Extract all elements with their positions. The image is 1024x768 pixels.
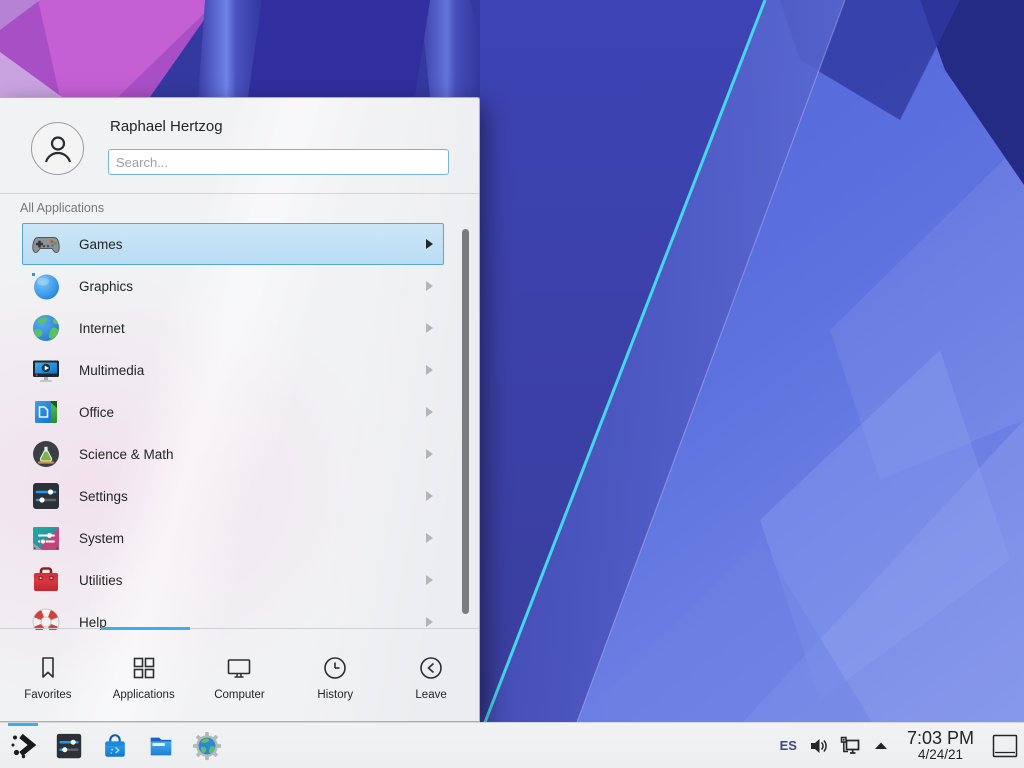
active-tab-indicator: [101, 627, 190, 630]
file-manager-launcher[interactable]: [138, 723, 184, 768]
menu-item-multimedia[interactable]: Multimedia: [22, 349, 444, 391]
digital-clock[interactable]: 7:03 PM 4/24/21: [901, 729, 980, 762]
system-settings-launcher[interactable]: [46, 723, 92, 768]
flask-icon: [30, 438, 62, 470]
user-name: Raphael Hertzog: [110, 118, 223, 135]
graphics-ball-icon: [30, 270, 62, 302]
submenu-arrow-icon: [425, 407, 433, 417]
globe-gear-icon: [192, 731, 222, 761]
menu-item-label: Internet: [79, 321, 125, 336]
submenu-arrow-icon: [425, 323, 433, 333]
menu-item-office[interactable]: Office: [22, 391, 444, 433]
section-label: All Applications: [20, 201, 104, 215]
clock-icon: [321, 654, 349, 682]
list-scrollbar[interactable]: [462, 229, 469, 614]
system-settings-icon: [54, 731, 84, 761]
launcher-tab-bar: Favorites Applications Computer: [0, 628, 479, 721]
sliders-dark-icon: [30, 480, 62, 512]
tab-favorites[interactable]: Favorites: [0, 629, 96, 721]
discover-launcher[interactable]: [92, 723, 138, 768]
application-launcher-button[interactable]: [0, 723, 46, 768]
menu-item-label: Settings: [79, 489, 128, 504]
expand-tray-arrow-icon[interactable]: [870, 733, 892, 759]
submenu-arrow-icon: [425, 281, 433, 291]
user-avatar[interactable]: [31, 122, 84, 175]
bookmark-icon: [34, 654, 62, 682]
menu-item-label: Games: [79, 237, 123, 252]
menu-item-system[interactable]: System: [22, 517, 444, 559]
taskbar-panel: ES 7:03 PM 4/24/21: [0, 722, 1024, 768]
toolbox-icon: [30, 564, 62, 596]
menu-item-graphics[interactable]: Graphics: [22, 265, 444, 307]
sliders-gradient-icon: [30, 522, 62, 554]
web-browser-launcher[interactable]: [184, 723, 230, 768]
grid-icon: [130, 654, 158, 682]
show-desktop-button[interactable]: [991, 733, 1018, 759]
submenu-arrow-icon: [425, 365, 433, 375]
folder-icon: [146, 731, 176, 761]
clock-date: 4/24/21: [907, 748, 974, 762]
submenu-arrow-icon: [425, 575, 433, 585]
menu-item-utilities[interactable]: Utilities: [22, 559, 444, 601]
tab-label: History: [317, 689, 353, 701]
active-task-indicator: [8, 723, 38, 726]
launcher-header: Raphael Hertzog: [0, 98, 479, 194]
tab-applications[interactable]: Applications: [96, 629, 192, 721]
menu-item-label: Science & Math: [79, 447, 174, 462]
tab-computer[interactable]: Computer: [192, 629, 288, 721]
kde-launcher-icon: [8, 731, 38, 761]
menu-item-label: System: [79, 531, 124, 546]
submenu-arrow-icon: [425, 449, 433, 459]
clock-time: 7:03 PM: [907, 729, 974, 748]
menu-item-settings[interactable]: Settings: [22, 475, 444, 517]
volume-icon[interactable]: [808, 733, 830, 759]
tab-label: Applications: [113, 689, 175, 701]
show-desktop-icon: [992, 734, 1018, 758]
search-input[interactable]: [108, 149, 449, 175]
document-icon: [30, 396, 62, 428]
tab-leave[interactable]: Leave: [383, 629, 479, 721]
menu-item-label: Utilities: [79, 573, 123, 588]
computer-icon: [225, 654, 253, 682]
menu-item-games[interactable]: Games: [22, 223, 444, 265]
wired-network-icon[interactable]: [839, 733, 861, 759]
submenu-arrow-icon: [425, 617, 433, 627]
globe-icon: [30, 312, 62, 344]
tab-label: Favorites: [24, 689, 71, 701]
lifebuoy-icon: [30, 606, 62, 630]
tab-label: Computer: [214, 689, 265, 701]
application-launcher-menu: Raphael Hertzog All Applications Games: [0, 97, 480, 722]
menu-item-label: Multimedia: [79, 363, 144, 378]
submenu-arrow-icon: [425, 239, 433, 249]
menu-item-label: Office: [79, 405, 114, 420]
menu-item-help[interactable]: Help: [22, 601, 444, 630]
submenu-arrow-icon: [425, 533, 433, 543]
gamepad-icon: [30, 228, 62, 260]
monitor-play-icon: [30, 354, 62, 386]
discover-bag-icon: [100, 731, 130, 761]
menu-item-internet[interactable]: Internet: [22, 307, 444, 349]
tab-history[interactable]: History: [287, 629, 383, 721]
application-category-list: Games Graphics: [22, 223, 444, 630]
menu-item-label: Graphics: [79, 279, 133, 294]
user-silhouette-icon: [41, 132, 75, 166]
leave-circle-icon: [417, 654, 445, 682]
tab-label: Leave: [415, 689, 446, 701]
keyboard-layout-indicator[interactable]: ES: [778, 738, 799, 753]
submenu-arrow-icon: [425, 491, 433, 501]
menu-item-science-math[interactable]: Science & Math: [22, 433, 444, 475]
